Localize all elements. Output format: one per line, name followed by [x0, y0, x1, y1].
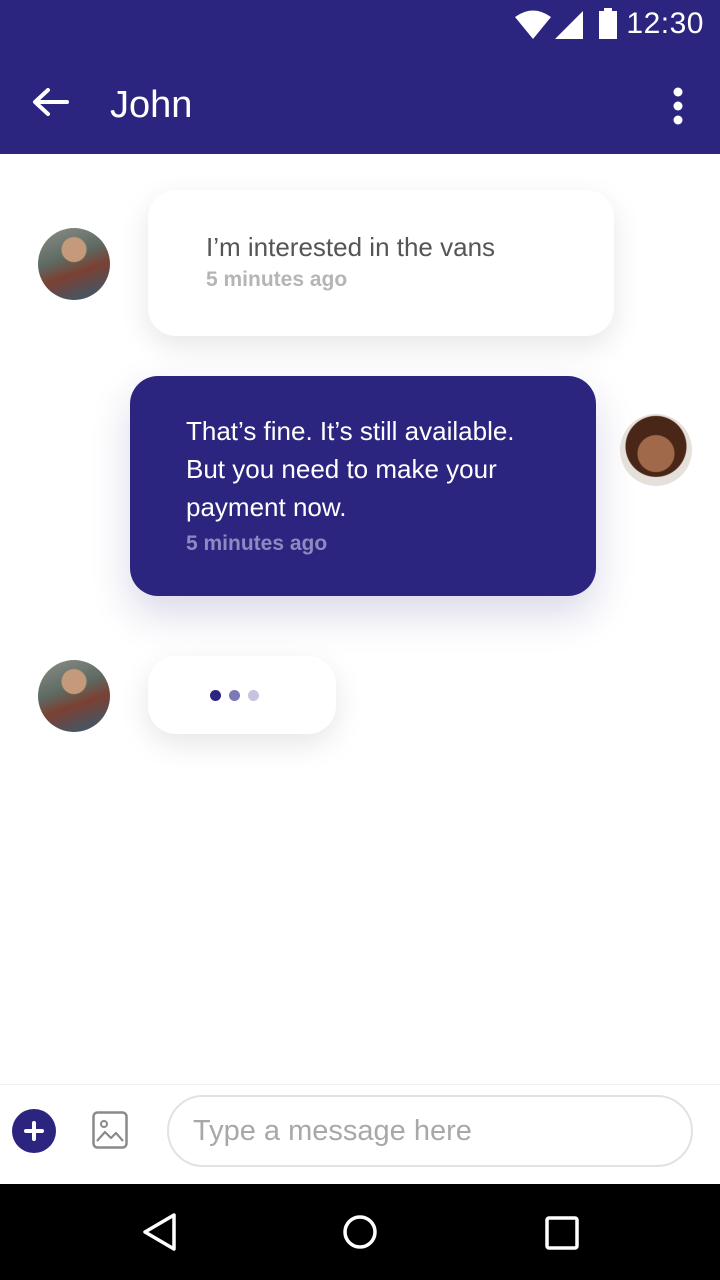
my-avatar: [620, 414, 692, 486]
battery-icon: [599, 8, 617, 39]
message-timestamp: 5 minutes ago: [206, 268, 348, 291]
app-bar: John: [0, 50, 720, 154]
signal-icon: [555, 11, 583, 39]
message-line: But you need to make your: [186, 454, 497, 484]
add-icon[interactable]: [12, 1109, 56, 1153]
typing-dot: [210, 690, 221, 701]
status-time: 12:30: [626, 7, 704, 40]
message-line: payment now.: [186, 492, 347, 522]
message-input[interactable]: [167, 1095, 693, 1167]
message-timestamp: 5 minutes ago: [186, 532, 328, 555]
message-text: I’m interested in the vans: [206, 232, 496, 262]
top-bar: 12:30 John: [0, 0, 720, 154]
typing-indicator-bubble: [148, 656, 336, 734]
incoming-message-bubble[interactable]: I’m interested in the vans 5 minutes ago: [148, 190, 614, 336]
john-avatar: [38, 228, 110, 300]
more-vert-icon[interactable]: [664, 86, 692, 126]
contact-name-title: John: [110, 84, 193, 126]
typing-dot: [229, 690, 240, 701]
typing-dot: [248, 690, 259, 701]
john-avatar: [38, 660, 110, 732]
wifi-icon: [515, 10, 551, 39]
typing-dots: [210, 690, 259, 701]
nav-home-icon[interactable]: [342, 1214, 378, 1250]
image-icon[interactable]: [92, 1111, 128, 1149]
nav-back-icon[interactable]: [140, 1212, 178, 1252]
navigation-bar: [0, 1184, 720, 1280]
message-composer: [0, 1084, 720, 1184]
outgoing-message-bubble[interactable]: That’s fine. It’s still available. But y…: [130, 376, 596, 596]
status-bar: 12:30: [0, 0, 720, 50]
back-arrow-icon[interactable]: [30, 86, 70, 118]
nav-recents-icon[interactable]: [545, 1216, 579, 1250]
chat-area[interactable]: I’m interested in the vans 5 minutes ago…: [0, 154, 720, 1084]
message-line: That’s fine. It’s still available.: [186, 416, 515, 446]
